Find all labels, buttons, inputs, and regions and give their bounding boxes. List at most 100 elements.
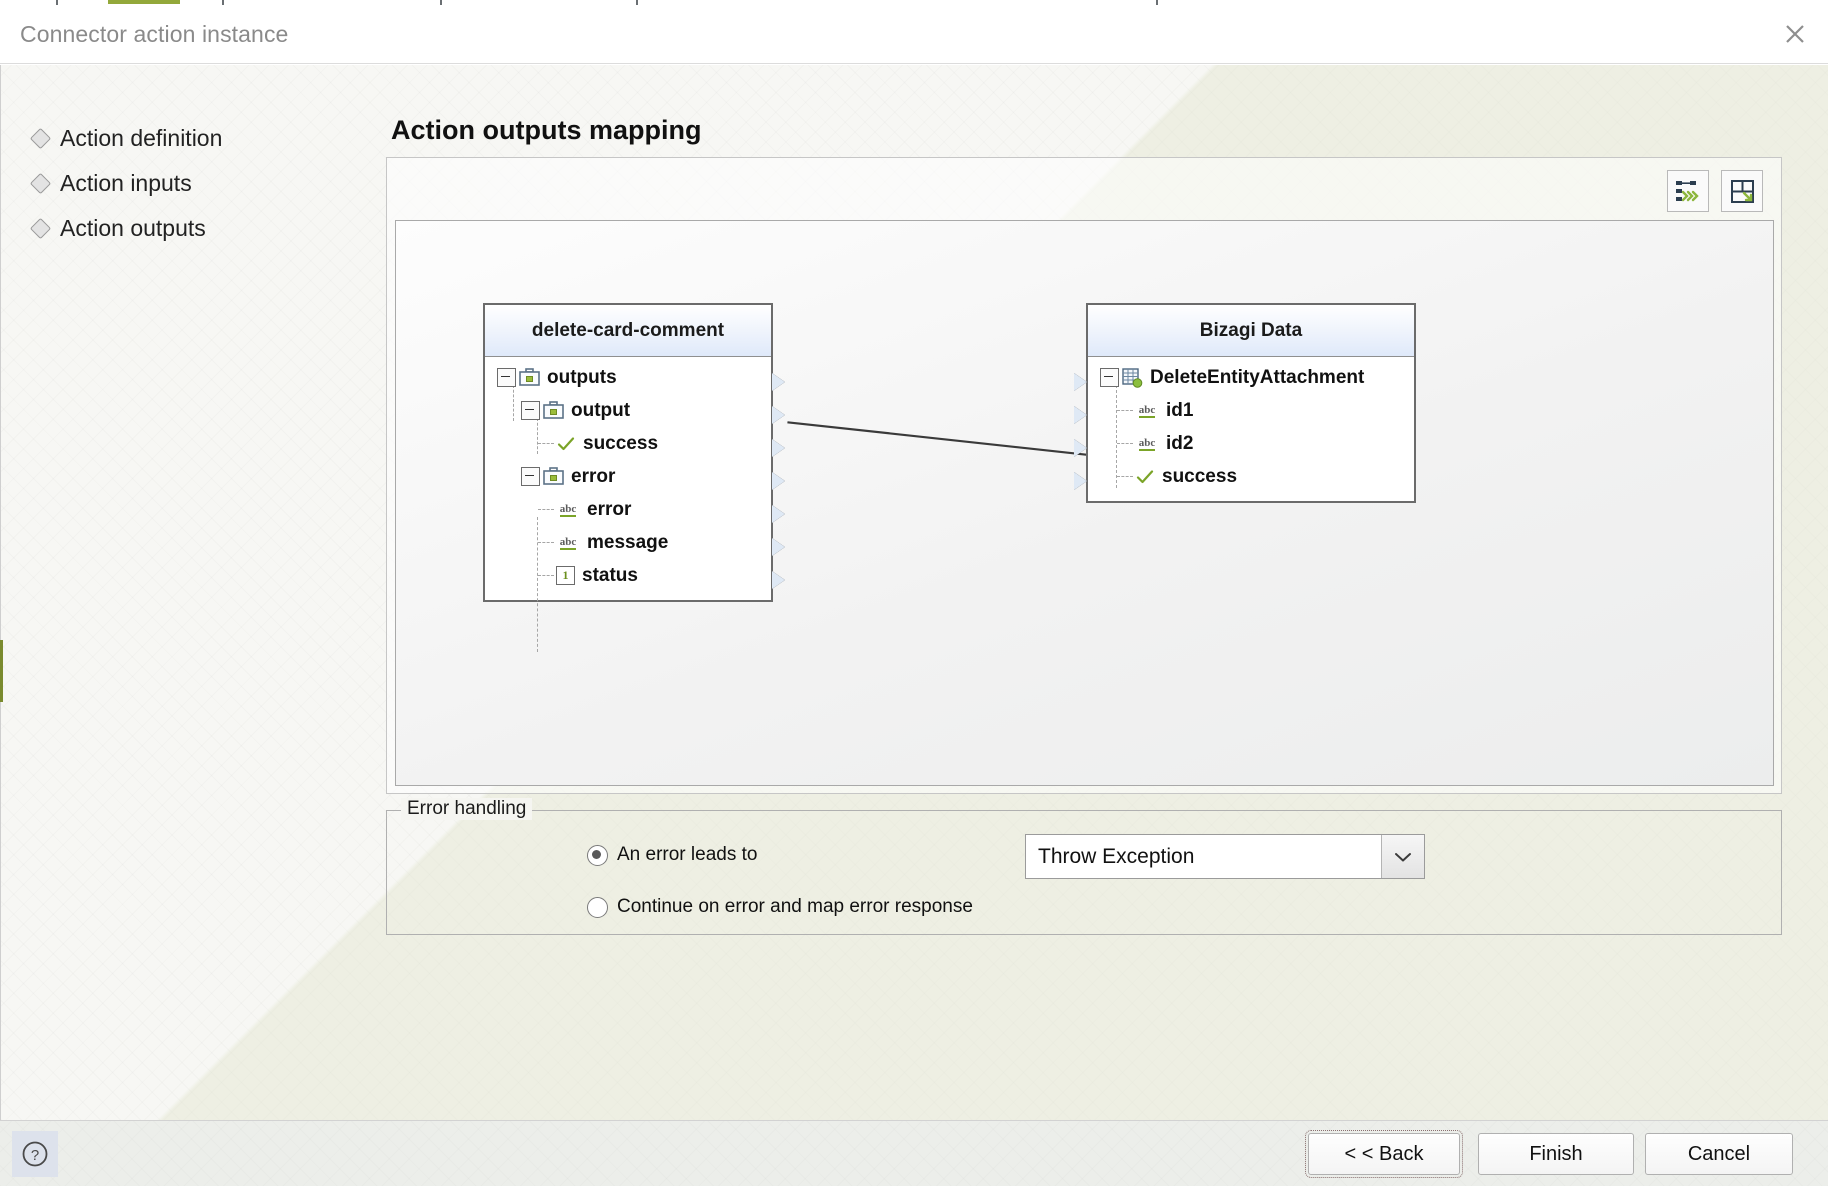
error-action-select-value: Throw Exception [1038,844,1195,868]
tree-guide [1117,442,1133,445]
tree-row-label: success [1162,465,1238,487]
step-bullet-icon [29,172,52,195]
tree-row-error-string[interactable]: abc error [485,493,771,526]
source-node-title: delete-card-comment [485,305,771,357]
help-icon[interactable]: ? [12,1131,58,1177]
dialog-title: Connector action instance [20,21,289,47]
svg-text:?: ? [31,1147,39,1164]
radio-label: An error leads to [617,844,758,865]
radio-continue-on-error[interactable]: Continue on error and map error response [587,896,973,918]
radio-an-error-leads-to[interactable]: An error leads to [587,844,757,866]
tree-row-message[interactable]: abc message [485,526,771,559]
step-bullet-icon [29,217,52,240]
sidebar-item-label: Action definition [60,125,223,151]
target-node-tree: DeleteEntityAttachment abc id1 abc id2 s… [1088,357,1414,501]
page-title: Action outputs mapping [391,115,702,145]
sidebar-item-label: Action outputs [60,215,206,241]
tree-row-label: message [587,531,669,553]
tree-row-label: DeleteEntityAttachment [1150,366,1365,388]
target-port-success[interactable] [1074,472,1087,490]
error-handling-group: Error handling An error leads to Continu… [386,798,1782,935]
tree-row-error-object[interactable]: error [485,460,771,493]
radio-indicator[interactable] [587,896,608,918]
tree-guide [1117,475,1133,478]
source-port-outputs[interactable] [772,373,785,391]
dialog-titlebar: Connector action instance [0,5,1828,64]
string-icon: abc [559,502,577,517]
source-port-output[interactable] [772,406,785,424]
error-handling-legend: Error handling [401,798,533,820]
boolean-icon [556,435,576,453]
mapping-canvas[interactable]: delete-card-comment outputs output succe… [395,220,1774,786]
radio-indicator[interactable] [587,844,608,866]
source-port-status[interactable] [772,571,785,589]
finish-button[interactable]: Finish [1478,1133,1634,1175]
object-icon [519,368,540,387]
collapse-toggle-icon[interactable] [521,467,540,486]
source-port-message[interactable] [772,538,785,556]
target-port-id2[interactable] [1074,439,1087,457]
tree-row-label: outputs [547,366,617,388]
connector-action-instance-dialog: Connector action instance Action definit… [0,0,1828,1186]
tree-row-label: id1 [1166,399,1194,421]
string-icon: abc [1138,403,1156,418]
mapper-frame: delete-card-comment outputs output succe… [386,157,1782,794]
tree-row-target-success[interactable]: success [1088,460,1414,493]
tree-row-output[interactable]: output [485,394,771,427]
source-port-success[interactable] [772,439,785,457]
tree-row-label: status [582,564,638,586]
object-icon [543,401,564,420]
sidebar-item-action-outputs[interactable]: Action outputs [29,215,206,242]
target-port-delete-entity-attachment[interactable] [1074,373,1087,391]
mapper-toolbar [387,158,1781,223]
tree-row-label: error [571,465,616,487]
wizard-steps-sidebar: Action definition Action inputs Action o… [1,65,391,1120]
target-node-title: Bizagi Data [1088,305,1414,357]
source-node-delete-card-comment[interactable]: delete-card-comment outputs output succe… [483,303,785,652]
tree-row-label: output [571,399,631,421]
tree-row-label: success [583,432,659,454]
sidebar-item-action-definition[interactable]: Action definition [29,125,223,152]
tree-row-label: id2 [1166,432,1194,454]
collapse-toggle-icon[interactable] [521,401,540,420]
tree-guide [538,541,554,544]
collapse-toggle-icon[interactable] [497,368,516,387]
collapse-toggle-icon[interactable] [1100,368,1119,387]
tree-row-label: error [587,498,632,520]
tree-row-success[interactable]: success [485,427,771,460]
close-icon[interactable] [1762,5,1828,63]
tree-row-id2[interactable]: abc id2 [1088,427,1414,460]
source-port-error-string[interactable] [772,505,785,523]
number-icon: 1 [556,566,575,585]
source-node-tree: outputs output success error abc error a… [485,357,771,652]
object-icon [543,467,564,486]
sidebar-item-action-inputs[interactable]: Action inputs [29,170,192,197]
boolean-icon [1135,468,1155,486]
tree-row-outputs[interactable]: outputs [485,361,771,394]
background-tab-accent [108,0,180,4]
tree-guide [538,508,554,511]
tree-guide [1117,409,1133,412]
target-node-bizagi-data[interactable]: Bizagi Data DeleteEntityAttachment abc i… [1074,303,1416,503]
string-icon: abc [1138,436,1156,451]
tree-row-status[interactable]: 1 status [485,559,771,592]
entity-icon [1122,367,1143,388]
tree-row-delete-entity-attachment[interactable]: DeleteEntityAttachment [1088,361,1414,394]
auto-map-icon[interactable] [1667,170,1709,212]
dialog-body: Action definition Action inputs Action o… [0,65,1828,1120]
dialog-footer: ? < < Back Finish Cancel [0,1120,1828,1186]
main-content: Action outputs mapping delete-card-comme… [386,65,1828,1120]
back-button[interactable]: < < Back [1305,1130,1463,1178]
cancel-button[interactable]: Cancel [1645,1133,1793,1175]
target-port-id1[interactable] [1074,406,1087,424]
radio-label: Continue on error and map error response [617,896,973,917]
fit-layout-icon[interactable] [1721,170,1763,212]
source-port-error-object[interactable] [772,472,785,490]
step-bullet-icon [29,127,52,150]
sidebar-item-label: Action inputs [60,170,192,196]
chevron-down-icon[interactable] [1381,835,1424,878]
error-action-select[interactable]: Throw Exception [1025,834,1425,879]
tree-guide [538,442,554,445]
tree-row-id1[interactable]: abc id1 [1088,394,1414,427]
string-icon: abc [559,535,577,550]
